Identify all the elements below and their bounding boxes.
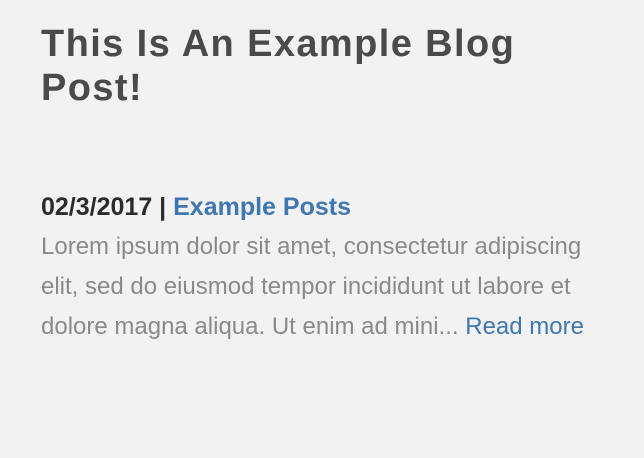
read-more-link[interactable]: Read more bbox=[465, 313, 584, 340]
meta-separator: | bbox=[159, 193, 167, 221]
category-link[interactable]: Example Posts bbox=[173, 193, 351, 221]
post-title: This Is An Example Blog Post! bbox=[41, 23, 516, 109]
blog-post: This Is An Example Blog Post! 02/3/2017 … bbox=[41, 22, 604, 347]
post-meta: 02/3/2017 | Example Posts bbox=[41, 187, 604, 227]
blog-post-page: This Is An Example Blog Post! 02/3/2017 … bbox=[0, 0, 644, 458]
post-excerpt: Lorem ipsum dolor sit amet, consectetur … bbox=[41, 227, 601, 347]
post-date: 02/3/2017 bbox=[41, 193, 153, 221]
